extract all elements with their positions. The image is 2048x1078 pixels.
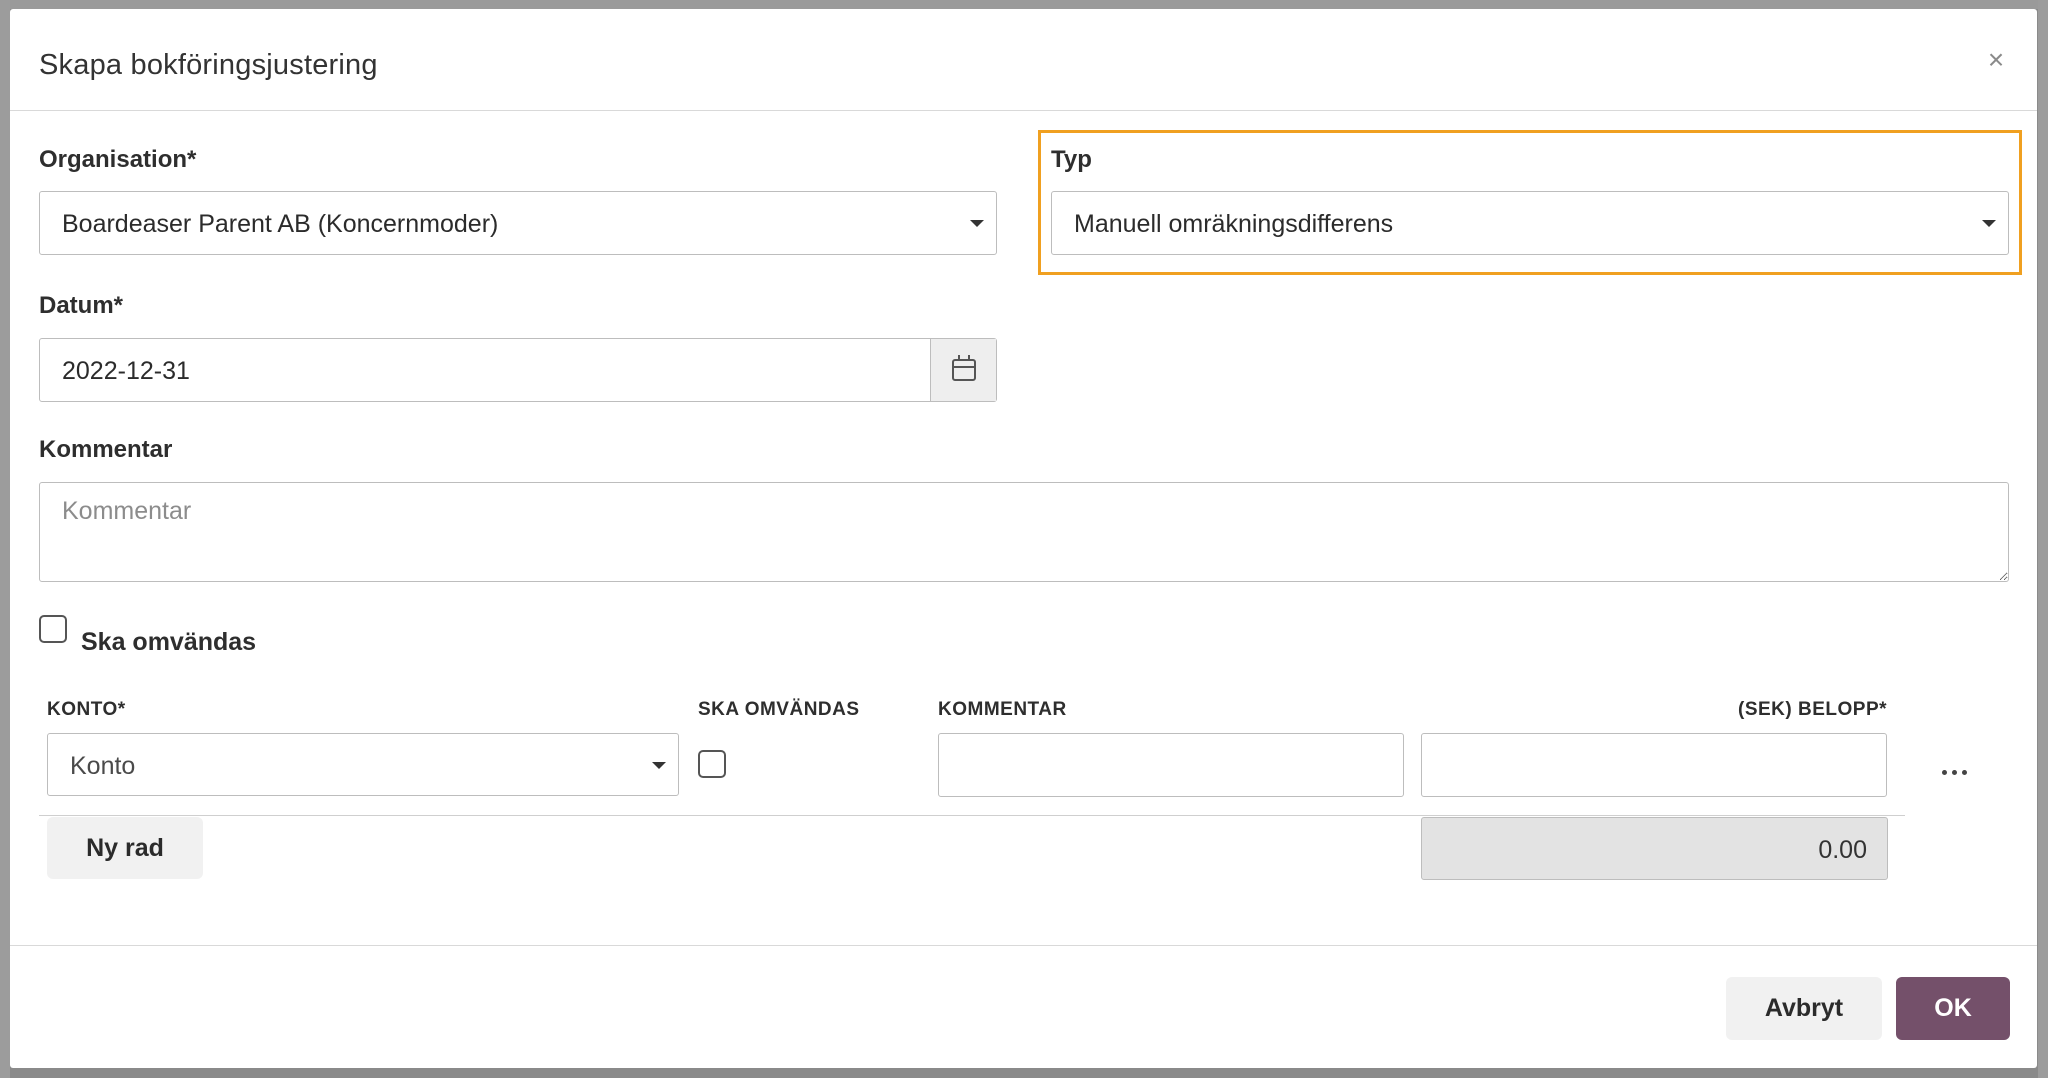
datum-value: 2022-12-31 bbox=[62, 357, 190, 385]
calendar-button[interactable] bbox=[930, 339, 996, 401]
amount-total: 0.00 bbox=[1421, 817, 1888, 880]
typ-label: Typ bbox=[1051, 146, 1092, 173]
konto-select[interactable]: Konto bbox=[47, 733, 679, 796]
column-header-amount: (SEK) BELOPP* bbox=[1738, 699, 1888, 720]
kommentar-label: Kommentar bbox=[39, 436, 173, 463]
organisation-value: Boardeaser Parent AB (Koncernmoder) bbox=[62, 210, 499, 238]
organisation-label: Organisation* bbox=[39, 146, 197, 173]
datum-label: Datum* bbox=[39, 292, 124, 319]
column-header-reverse: SKA OMVÄNDAS bbox=[698, 699, 860, 720]
modal-header: Skapa bokföringsjustering × bbox=[10, 9, 2037, 111]
organisation-select[interactable]: Boardeaser Parent AB (Koncernmoder) bbox=[39, 191, 997, 255]
konto-placeholder: Konto bbox=[70, 752, 136, 780]
column-header-comment: KOMMENTAR bbox=[938, 699, 1067, 720]
close-icon[interactable]: × bbox=[1981, 45, 2011, 75]
new-row-button[interactable]: Ny rad bbox=[47, 817, 203, 879]
amount-total-value: 0.00 bbox=[1818, 836, 1867, 864]
adjustment-modal: Skapa bokföringsjustering × Organisation… bbox=[10, 9, 2037, 1068]
more-options-icon[interactable] bbox=[1940, 767, 1974, 779]
typ-select[interactable]: Manuell omräkningsdifferens bbox=[1051, 191, 2009, 255]
kommentar-textarea[interactable] bbox=[39, 482, 2009, 582]
row-reverse-checkbox[interactable] bbox=[698, 750, 726, 778]
backdrop-top-edge bbox=[0, 0, 2048, 9]
reverse-checkbox[interactable] bbox=[39, 615, 67, 643]
chevron-down-icon bbox=[970, 220, 984, 227]
chevron-down-icon bbox=[652, 762, 666, 769]
backdrop-left-edge bbox=[0, 0, 10, 1078]
reverse-checkbox-label: Ska omvändas bbox=[81, 628, 257, 656]
chevron-down-icon bbox=[1982, 220, 1996, 227]
row-comment-input[interactable] bbox=[938, 733, 1404, 797]
datum-field[interactable]: 2022-12-31 bbox=[39, 338, 997, 402]
column-header-konto: KONTO* bbox=[47, 699, 126, 720]
modal-footer-divider bbox=[10, 945, 2037, 946]
cancel-button[interactable]: Avbryt bbox=[1726, 977, 1882, 1040]
modal-title: Skapa bokföringsjustering bbox=[39, 49, 378, 81]
calendar-icon bbox=[952, 355, 976, 381]
row-amount-input[interactable] bbox=[1421, 733, 1887, 797]
ok-button[interactable]: OK bbox=[1896, 977, 2010, 1040]
backdrop-right-edge bbox=[2038, 0, 2048, 1078]
table-row-divider bbox=[39, 815, 1905, 816]
typ-value: Manuell omräkningsdifferens bbox=[1074, 210, 1394, 238]
